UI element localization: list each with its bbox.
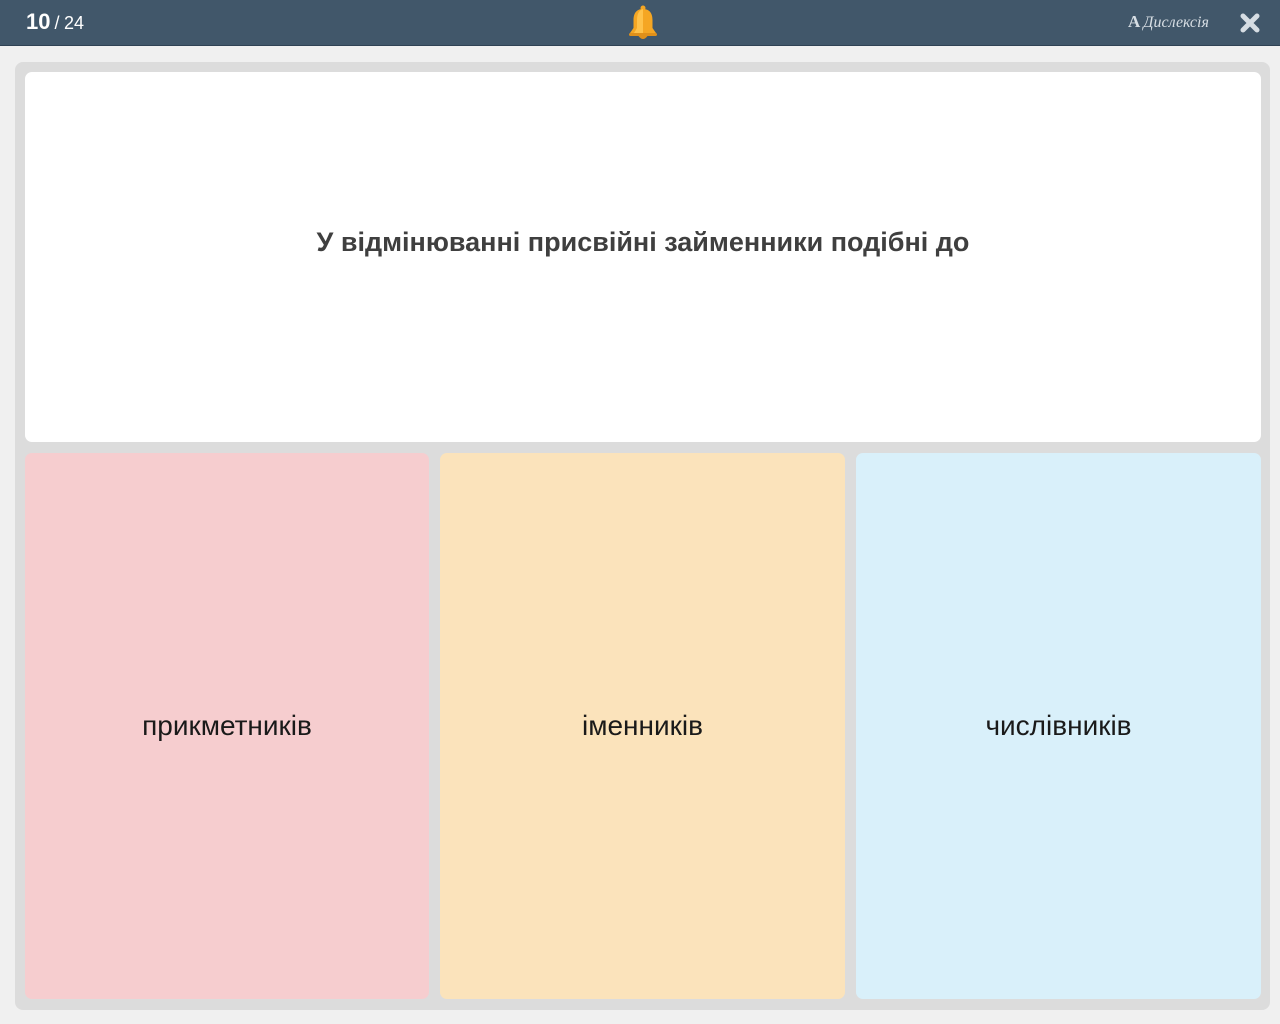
dyslexia-letter: A xyxy=(1128,12,1141,31)
answer-option-label: числівників xyxy=(985,710,1132,741)
counter-separator: / xyxy=(54,13,60,33)
question-text: У відмінюванні присвійні займенники поді… xyxy=(316,226,970,257)
answer-option-label: іменників xyxy=(582,710,703,741)
top-bar: 10/ 24 A Дислексія xyxy=(0,0,1280,46)
question-card: У відмінюванні присвійні займенники поді… xyxy=(25,72,1261,442)
current-question-number: 10 xyxy=(26,9,51,34)
answer-option-label: прикметників xyxy=(142,710,312,741)
question-counter: 10/ 24 xyxy=(26,10,84,37)
answer-option-2[interactable]: іменників xyxy=(440,453,845,999)
close-icon[interactable] xyxy=(1239,12,1261,34)
dyslexia-label: Дислексія xyxy=(1143,14,1209,31)
total-questions: 24 xyxy=(63,13,84,33)
dyslexia-toggle[interactable]: A Дислексія xyxy=(1128,12,1209,33)
answer-option-1[interactable]: прикметників xyxy=(25,453,429,999)
bell-icon[interactable] xyxy=(627,4,659,42)
answer-option-3[interactable]: числівників xyxy=(856,453,1261,999)
